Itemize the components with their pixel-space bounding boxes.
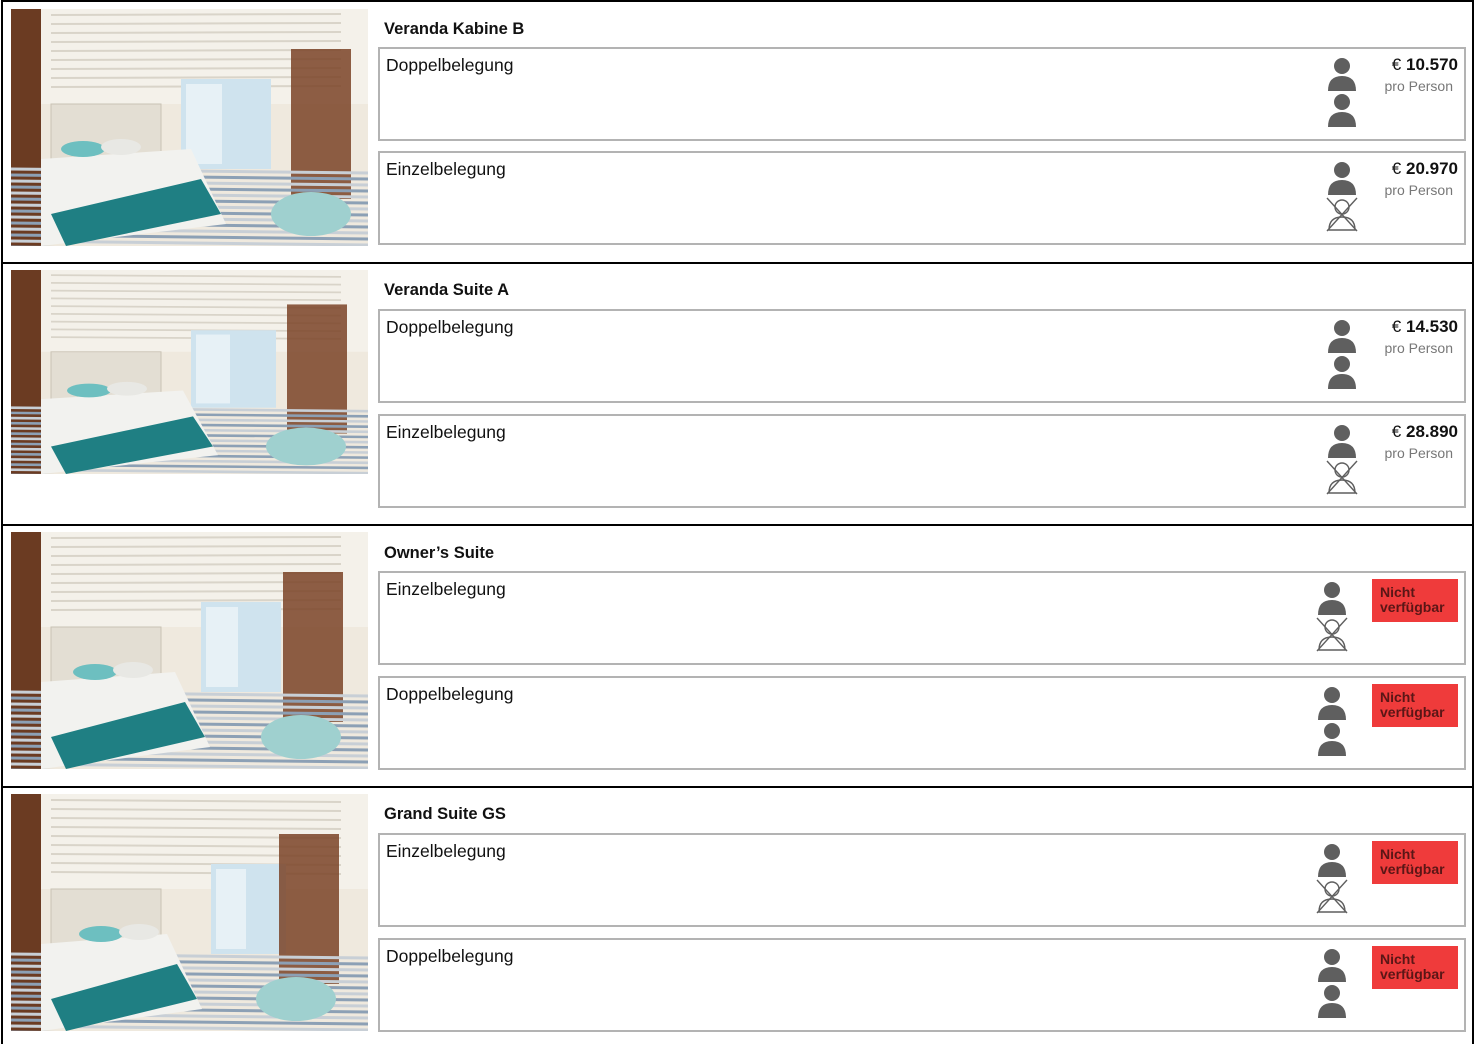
occupancy-label: Einzelbelegung bbox=[386, 579, 506, 599]
cabin-card: Owner’s Suite Einzelbelegung Nicht verfü… bbox=[1, 524, 1474, 788]
persons-double-icon bbox=[1325, 315, 1359, 395]
occupancy-label: Einzelbelegung bbox=[386, 841, 506, 861]
occupancy-option-single[interactable]: Einzelbelegung Nicht verfügbar bbox=[378, 571, 1466, 665]
cabin-card: Veranda Suite A Doppelbelegung € 14.530 … bbox=[1, 262, 1474, 526]
occupancy-option-double[interactable]: Doppelbelegung € 10.570 pro Person bbox=[378, 47, 1466, 141]
persons-single-icon bbox=[1315, 839, 1349, 919]
occupancy-option-single[interactable]: Einzelbelegung € 28.890 pro Person bbox=[378, 414, 1466, 508]
cabin-photo[interactable] bbox=[11, 9, 368, 246]
persons-single-icon bbox=[1315, 577, 1349, 657]
persons-double-icon bbox=[1315, 682, 1349, 762]
price-amount: € 10.570 bbox=[1391, 55, 1458, 74]
price-amount: € 20.970 bbox=[1391, 159, 1458, 178]
occupancy-option-double[interactable]: Doppelbelegung Nicht verfügbar bbox=[378, 938, 1466, 1032]
occupancy-label: Einzelbelegung bbox=[386, 422, 506, 442]
price-block: € 28.890 pro Person bbox=[1385, 422, 1458, 461]
persons-single-icon bbox=[1325, 157, 1359, 237]
occupancy-option-double[interactable]: Doppelbelegung € 14.530 pro Person bbox=[378, 309, 1466, 403]
cabin-card: Grand Suite GS Einzelbelegung Nicht verf… bbox=[1, 786, 1474, 1044]
cabin-title: Veranda Suite A bbox=[384, 281, 510, 299]
cabin-photo[interactable] bbox=[11, 532, 368, 769]
price-unit: pro Person bbox=[1384, 78, 1453, 94]
price-amount: € 28.890 bbox=[1391, 422, 1458, 441]
persons-double-icon bbox=[1325, 53, 1359, 133]
occupancy-label: Doppelbelegung bbox=[386, 55, 514, 75]
cabin-photo[interactable] bbox=[11, 794, 368, 1031]
cabin-title: Veranda Kabine B bbox=[384, 20, 525, 38]
cabin-card: Veranda Kabine B Doppelbelegung € 10.570… bbox=[1, 0, 1474, 264]
unavailable-badge: Nicht verfügbar bbox=[1372, 841, 1458, 884]
price-unit: pro Person bbox=[1384, 340, 1453, 356]
cabin-photo[interactable] bbox=[11, 270, 368, 474]
price-block: € 20.970 pro Person bbox=[1385, 159, 1458, 198]
persons-double-icon bbox=[1315, 944, 1349, 1024]
occupancy-label: Doppelbelegung bbox=[386, 946, 514, 966]
price-unit: pro Person bbox=[1384, 445, 1453, 461]
occupancy-label: Doppelbelegung bbox=[386, 317, 514, 337]
cabin-title: Grand Suite GS bbox=[384, 805, 506, 823]
unavailable-badge: Nicht verfügbar bbox=[1372, 684, 1458, 727]
occupancy-option-double[interactable]: Doppelbelegung Nicht verfügbar bbox=[378, 676, 1466, 770]
occupancy-label: Einzelbelegung bbox=[386, 159, 506, 179]
occupancy-label: Doppelbelegung bbox=[386, 684, 514, 704]
occupancy-option-single[interactable]: Einzelbelegung € 20.970 pro Person bbox=[378, 151, 1466, 245]
cabin-title: Owner’s Suite bbox=[384, 544, 495, 562]
price-block: € 14.530 pro Person bbox=[1385, 317, 1458, 356]
unavailable-badge: Nicht verfügbar bbox=[1372, 946, 1458, 989]
price-block: € 10.570 pro Person bbox=[1385, 55, 1458, 94]
price-amount: € 14.530 bbox=[1391, 317, 1458, 336]
unavailable-badge: Nicht verfügbar bbox=[1372, 579, 1458, 622]
price-unit: pro Person bbox=[1384, 182, 1453, 198]
occupancy-option-single[interactable]: Einzelbelegung Nicht verfügbar bbox=[378, 833, 1466, 927]
persons-single-icon bbox=[1325, 420, 1359, 500]
